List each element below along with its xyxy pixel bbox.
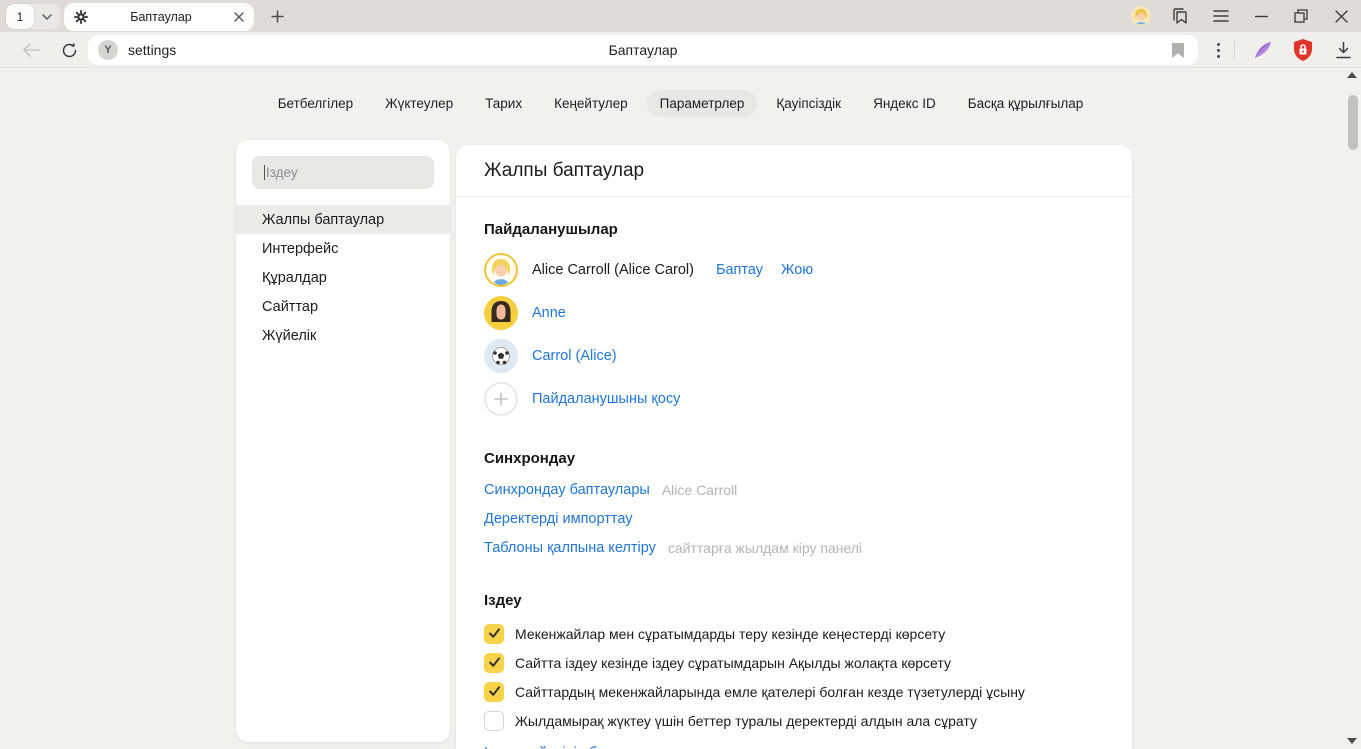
tab-security[interactable]: Қауіпсіздік	[763, 90, 854, 117]
scroll-down-icon[interactable]	[1347, 738, 1357, 744]
checkbox-row-spelling: Сайттардың мекенжайларында емле қателері…	[484, 677, 1104, 706]
main-header: Жалпы баптаулар	[456, 145, 1132, 197]
search-section-title: Іздеу	[484, 592, 1104, 609]
user-name: Alice Carroll (Alice Carol)	[532, 262, 694, 278]
profile-avatar[interactable]	[1121, 0, 1161, 32]
avatar	[1131, 6, 1151, 26]
tableau-note: сайттарға жылдам кіру панелі	[668, 540, 862, 556]
site-favicon: Y	[98, 40, 118, 60]
toolbar: Y settings Баптаулар	[0, 32, 1361, 68]
tab-title: Баптаулар	[88, 10, 234, 24]
import-data-link[interactable]: Деректерді импорттау	[484, 511, 633, 527]
reload-icon[interactable]	[56, 38, 82, 62]
tab-history[interactable]: Тарих	[472, 90, 535, 117]
new-tab-button[interactable]	[264, 4, 290, 29]
more-options-icon[interactable]	[1205, 38, 1231, 62]
minimize-button[interactable]	[1241, 0, 1281, 32]
import-data-row: Деректерді импорттау	[484, 504, 1104, 533]
user-delete-link[interactable]: Жою	[781, 262, 813, 278]
checkbox-checked[interactable]	[484, 653, 504, 673]
carrol-avatar[interactable]	[484, 339, 518, 373]
settings-sidebar: Іздеу Жалпы баптаулар Интерфейс Құралдар…	[236, 140, 450, 742]
page-title: Жалпы баптаулар	[484, 160, 644, 182]
tab-strip: 1 Баптаулар	[0, 0, 1361, 32]
user-row-alice: Alice Carroll (Alice Carol) Баптау Жою	[484, 248, 1104, 291]
add-user-icon[interactable]	[484, 382, 518, 416]
sidebar-list: Жалпы баптаулар Интерфейс Құралдар Сайтт…	[236, 205, 450, 350]
checkbox-checked[interactable]	[484, 624, 504, 644]
settings-nav-tabs: Бетбелгілер Жүктеулер Тарих Кеңейтулер П…	[0, 90, 1361, 117]
close-tab-icon[interactable]	[234, 12, 244, 22]
settings-page: Бетбелгілер Жүктеулер Тарих Кеңейтулер П…	[0, 68, 1361, 749]
close-window-button[interactable]	[1321, 0, 1361, 32]
search-input[interactable]: Іздеу	[252, 156, 434, 189]
sidebar-item-tools[interactable]: Құралдар	[236, 263, 450, 292]
checkbox-row-prefetch: Жылдамырақ жүктеу үшін беттер туралы дер…	[484, 706, 1104, 735]
back-icon[interactable]	[18, 38, 44, 62]
protect-shield-icon[interactable]	[1290, 38, 1316, 62]
search-engine-settings-link[interactable]: Іздеу жүйесінің баптаулары	[484, 745, 669, 749]
checkbox-label: Сайтта іздеу кезінде іздеу сұратымдарын …	[515, 655, 951, 671]
add-user-link[interactable]: Пайдаланушыны қосу	[532, 391, 680, 407]
checkbox-row-site-search: Сайтта іздеу кезінде іздеу сұратымдарын …	[484, 648, 1104, 677]
tab-bookmarks[interactable]: Бетбелгілер	[265, 90, 366, 117]
toolbar-separator	[1234, 41, 1235, 59]
menu-icon[interactable]	[1201, 0, 1241, 32]
downloads-icon[interactable]	[1330, 38, 1356, 62]
sidebar-item-sites[interactable]: Сайттар	[236, 292, 450, 321]
restore-button[interactable]	[1281, 0, 1321, 32]
checkbox-label: Жылдамырақ жүктеу үшін беттер туралы дер…	[515, 713, 977, 729]
tab-settings[interactable]: Параметрлер	[647, 90, 758, 117]
turbo-feather-icon[interactable]	[1250, 38, 1276, 62]
sync-settings-link[interactable]: Синхрондау баптаулары	[484, 482, 650, 498]
user-row-carrol: Carrol (Alice)	[484, 334, 1104, 377]
sidebar-item-interface[interactable]: Интерфейс	[236, 234, 450, 263]
checkbox-label: Мекенжайлар мен сұратымдарды теру кезінд…	[515, 626, 945, 642]
settings-main-panel: Жалпы баптаулар Пайдаланушылар Alice Car…	[456, 145, 1132, 749]
scroll-up-icon[interactable]	[1347, 72, 1357, 78]
sidebar-item-general[interactable]: Жалпы баптаулар	[236, 205, 450, 234]
tab-yandex-id[interactable]: Яндекс ID	[860, 90, 949, 117]
user-configure-link[interactable]: Баптау	[716, 262, 763, 278]
gear-icon	[74, 10, 88, 24]
bookmark-icon[interactable]	[1172, 43, 1184, 63]
sidebar-item-system[interactable]: Жүйелік	[236, 321, 450, 350]
tab-counter-group[interactable]: 1	[6, 4, 60, 29]
tab-other-devices[interactable]: Басқа құрылғылар	[955, 90, 1097, 117]
url-text[interactable]: settings	[128, 42, 176, 58]
checkbox-unchecked[interactable]	[484, 711, 504, 731]
collections-icon[interactable]	[1161, 0, 1201, 32]
tab-counter[interactable]: 1	[6, 4, 34, 29]
checkbox-checked[interactable]	[484, 682, 504, 702]
addressbar-page-title: Баптаулар	[88, 42, 1198, 58]
sync-settings-row: Синхрондау баптаулары Alice Carroll	[484, 475, 1104, 504]
tab-downloads[interactable]: Жүктеулер	[372, 90, 466, 117]
sync-section-title: Синхрондау	[484, 450, 1104, 467]
text-caret	[264, 165, 265, 180]
checkbox-label: Сайттардың мекенжайларында емле қателері…	[515, 684, 1025, 700]
add-user-row[interactable]: Пайдаланушыны қосу	[484, 377, 1104, 420]
browser-tab[interactable]: Баптаулар	[64, 3, 254, 31]
scrollbar-thumb[interactable]	[1348, 95, 1358, 150]
search-placeholder: Іздеу	[266, 165, 298, 180]
search-engine-settings-row: Іздеу жүйесінің баптаулары	[484, 744, 1104, 749]
scrollbar[interactable]	[1346, 68, 1360, 749]
restore-tableau-row: Таблоны қалпына келтіру сайттарға жылдам…	[484, 533, 1104, 562]
users-section-title: Пайдаланушылар	[484, 221, 1104, 238]
checkbox-row-suggestions: Мекенжайлар мен сұратымдарды теру кезінд…	[484, 619, 1104, 648]
user-name-link[interactable]: Anne	[532, 305, 566, 321]
chevron-down-icon[interactable]	[34, 14, 60, 20]
sync-account-note: Alice Carroll	[662, 482, 737, 498]
user-row-anne: Anne	[484, 291, 1104, 334]
address-bar[interactable]: Y settings Баптаулар	[88, 35, 1198, 65]
user-name-link[interactable]: Carrol (Alice)	[532, 348, 617, 364]
anne-avatar[interactable]	[484, 296, 518, 330]
restore-tableau-link[interactable]: Таблоны қалпына келтіру	[484, 540, 656, 556]
alice-avatar[interactable]	[484, 253, 518, 287]
tab-extensions[interactable]: Кеңейтулер	[541, 90, 641, 117]
